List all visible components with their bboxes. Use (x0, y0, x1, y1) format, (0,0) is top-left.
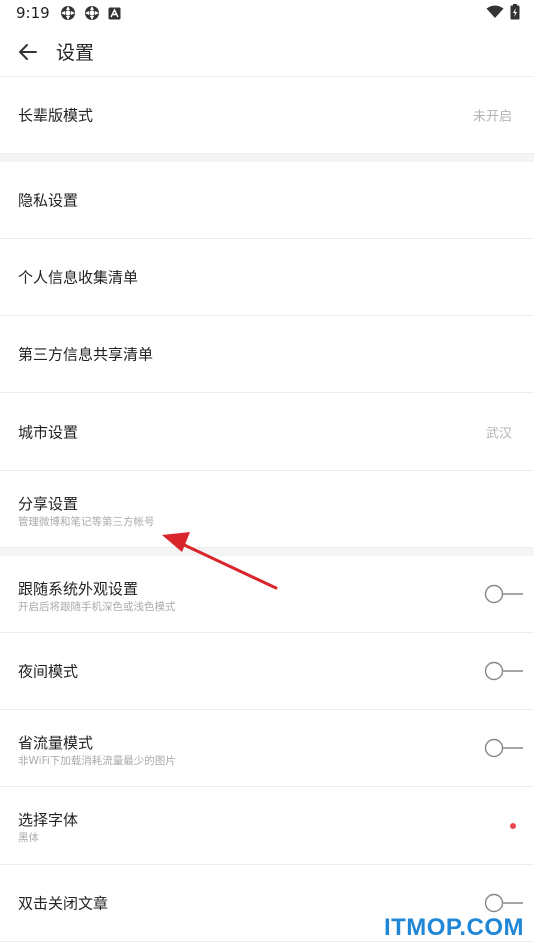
page-title: 设置 (56, 42, 95, 64)
row-subtitle: 管理微博和笔记等第三方帐号 (18, 516, 155, 528)
settings-row-follow-system-appearance[interactable]: 跟随系统外观设置 开启后将跟随手机深色或浅色模式 (0, 556, 534, 633)
app-notification-icon (108, 7, 121, 19)
row-value: 武汉 (485, 426, 512, 441)
row-title: 个人信息收集清单 (18, 268, 139, 287)
settings-row-font[interactable]: 选择字体 黑体 (0, 787, 534, 865)
row-title: 省流量模式 (18, 734, 94, 752)
row-title: 选择字体 (18, 811, 79, 829)
status-icons-right (486, 4, 520, 20)
settings-row-elder-mode[interactable]: 长辈版模式 未开启 (0, 77, 534, 154)
red-dot-indicator (510, 822, 516, 829)
back-button[interactable] (14, 38, 42, 66)
toggle-switch-off[interactable] (484, 737, 524, 759)
section-divider (0, 548, 534, 556)
status-bar: 9:19 (0, 0, 534, 28)
section-divider (0, 154, 534, 162)
row-title: 长辈版模式 (18, 106, 94, 125)
settings-row-personal-info-list[interactable]: 个人信息收集清单 (0, 239, 534, 316)
toggle-switch-off[interactable] (484, 892, 524, 914)
row-value: 未开启 (472, 109, 512, 125)
status-icons-left (60, 5, 121, 21)
row-title: 隐私设置 (18, 191, 79, 210)
wifi-icon (486, 5, 504, 18)
app-bar: 设置 (0, 28, 534, 77)
settings-row-share[interactable]: 分享设置 管理微博和笔记等第三方帐号 (0, 471, 534, 548)
arrow-left-icon (19, 44, 37, 60)
row-subtitle: 非WiFi下加载消耗流量最少的图片 (18, 755, 176, 767)
row-title: 夜间模式 (18, 662, 79, 681)
toggle-switch-off[interactable] (484, 660, 524, 682)
settings-row-third-party-share-list[interactable]: 第三方信息共享清单 (0, 316, 534, 393)
row-title: 第三方信息共享清单 (18, 345, 154, 364)
settings-row-city[interactable]: 城市设置 武汉 (0, 393, 534, 471)
row-subtitle: 黑体 (18, 832, 39, 844)
battery-icon (510, 4, 520, 20)
settings-gear-icon (85, 6, 99, 20)
row-subtitle: 开启后将跟随手机深色或浅色模式 (18, 601, 176, 613)
settings-row-privacy[interactable]: 隐私设置 (0, 162, 534, 239)
settings-row-night-mode[interactable]: 夜间模式 (0, 633, 534, 710)
row-title: 双击关闭文章 (18, 894, 109, 913)
row-title: 分享设置 (18, 495, 79, 513)
settings-gear-icon (61, 6, 75, 20)
row-title: 跟随系统外观设置 (18, 580, 139, 598)
settings-list: 长辈版模式 未开启 隐私设置 个人信息收集清单 第三方信息共享清单 城市设置 武… (0, 77, 534, 942)
toggle-switch-off[interactable] (484, 583, 524, 605)
watermark: ITMOP.COM (383, 914, 524, 941)
settings-row-data-saver[interactable]: 省流量模式 非WiFi下加载消耗流量最少的图片 (0, 710, 534, 787)
row-title: 城市设置 (18, 423, 79, 441)
status-time: 9:19 (16, 4, 50, 22)
